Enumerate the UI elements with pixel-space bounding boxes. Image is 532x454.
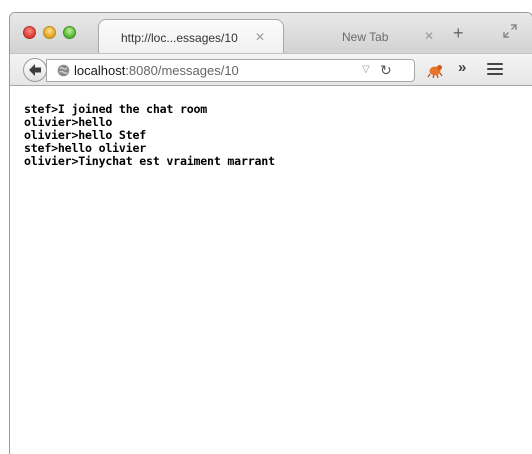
maximize-window-button[interactable] xyxy=(63,26,76,39)
new-tab-button[interactable]: + xyxy=(453,24,464,42)
overflow-icon[interactable]: » xyxy=(458,59,466,76)
fullscreen-icon[interactable] xyxy=(503,24,517,38)
page-content: stef>I joined the chat room olivier>hell… xyxy=(10,86,532,454)
addon-icon[interactable] xyxy=(426,61,444,79)
back-button[interactable] xyxy=(23,58,47,82)
menu-bar xyxy=(487,68,503,70)
globe-icon xyxy=(57,64,70,77)
url-path: :8080/messages/10 xyxy=(125,63,239,78)
dropdown-icon[interactable]: ▽ xyxy=(362,64,370,75)
tab-new-tab[interactable]: New Tab ✕ xyxy=(290,19,438,53)
chat-message: olivier>Tinychat est vraiment marrant xyxy=(24,153,275,168)
chat-message: stef>hello olivier xyxy=(24,140,147,155)
reload-icon[interactable]: ↻ xyxy=(380,62,392,79)
close-icon[interactable]: ✕ xyxy=(255,30,265,44)
chat-message: olivier>hello xyxy=(24,114,113,129)
tab-title: http://loc...essages/10 xyxy=(121,31,238,45)
menu-bar xyxy=(487,73,503,75)
close-window-button[interactable] xyxy=(23,26,36,39)
menu-icon[interactable] xyxy=(487,63,503,77)
menu-bar xyxy=(487,63,503,65)
url-text[interactable]: localhost:8080/messages/10 xyxy=(74,63,239,78)
minimize-window-button[interactable] xyxy=(43,26,56,39)
navigation-bar: localhost:8080/messages/10 ▽ ↻ » xyxy=(10,53,532,86)
tab-title: New Tab xyxy=(342,30,389,44)
back-arrow-icon xyxy=(29,64,41,76)
chat-message: olivier>hello Stef xyxy=(24,127,147,142)
tab-strip: http://loc...essages/10 ✕ New Tab ✕ + xyxy=(10,13,532,53)
browser-window: http://loc...essages/10 ✕ New Tab ✕ + lo… xyxy=(10,13,532,454)
close-icon[interactable]: ✕ xyxy=(424,29,434,43)
tab-messages[interactable]: http://loc...essages/10 ✕ xyxy=(98,19,284,53)
url-host: localhost xyxy=(74,63,126,78)
address-bar[interactable]: localhost:8080/messages/10 ▽ ↻ xyxy=(46,59,415,82)
chat-message: stef>I joined the chat room xyxy=(24,102,208,116)
